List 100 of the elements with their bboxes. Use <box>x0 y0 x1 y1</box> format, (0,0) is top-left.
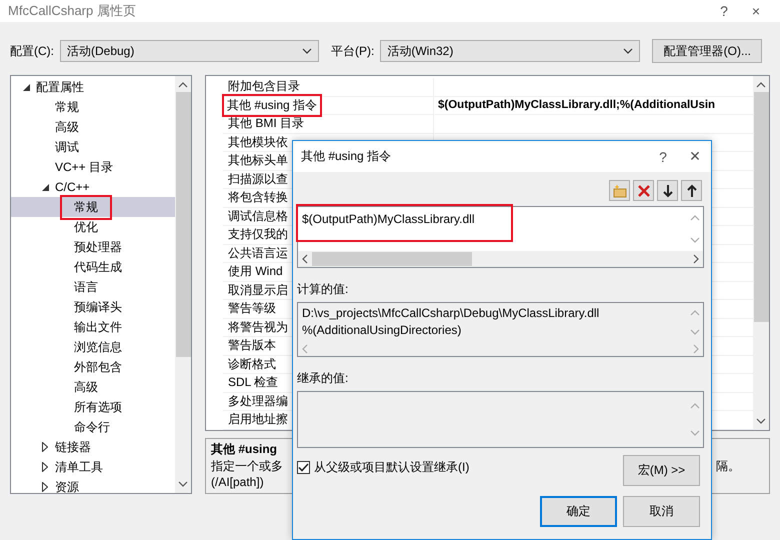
expanded-arrow-icon <box>42 184 49 190</box>
property-name[interactable]: 其他模块依 <box>228 134 288 151</box>
chevron-down-icon <box>302 48 312 54</box>
tree-item[interactable]: 清单工具 <box>11 457 175 477</box>
computed-value-box[interactable]: D:\vs_projects\MfcCallCsharp\Debug\MyClassLibrary.dll %(AdditionalUsingDirectories) <box>297 302 704 357</box>
tree-item[interactable]: 高级 <box>11 117 175 137</box>
property-name[interactable]: 扫描源以查 <box>228 170 288 188</box>
help-button[interactable]: ? <box>647 148 679 164</box>
chevron-down-icon <box>623 48 634 54</box>
scrollbar[interactable] <box>753 76 769 430</box>
property-name[interactable]: 启用地址擦 <box>228 411 288 428</box>
new-folder-icon <box>612 184 626 198</box>
delete-button[interactable] <box>633 180 654 201</box>
close-button[interactable]: × <box>740 3 772 19</box>
dropdown[interactable]: 活动(Debug) <box>60 40 319 62</box>
macro-button[interactable]: 宏(M) >> <box>623 454 700 486</box>
chevron-down-icon <box>690 430 700 436</box>
field-label: 平台(P): <box>331 42 374 60</box>
property-name[interactable]: 使用 Wind <box>228 263 283 280</box>
computed-value-line: D:\vs_projects\MfcCallCsharp\Debug\MyClassLibrary.dll <box>302 305 600 322</box>
property-name[interactable]: 支持仅我的 <box>228 226 288 244</box>
chevron-up-icon <box>178 82 188 88</box>
tree-item[interactable]: VC++ 目录 <box>11 157 175 177</box>
tree-item[interactable]: 外部包含 <box>11 357 175 377</box>
chevron-right-icon <box>693 254 699 264</box>
move-up-icon <box>684 184 698 198</box>
move-up-button[interactable] <box>681 180 702 201</box>
tree-item[interactable]: 语言 <box>11 277 175 297</box>
property-name[interactable]: 诊断格式 <box>228 356 276 373</box>
config-manager-button[interactable]: 配置管理器(O)... <box>652 39 762 63</box>
chevron-right-icon <box>693 344 699 354</box>
computed-value-line: %(AdditionalUsingDirectories) <box>302 322 462 339</box>
tree-item[interactable]: 常规 <box>11 197 175 217</box>
chevron-down-icon <box>690 237 700 243</box>
tree-item[interactable]: C/C++ <box>11 177 175 197</box>
checkbox-label: 从父级或项目默认设置继承(I) <box>314 458 470 476</box>
description-text: 隔。 <box>716 458 740 475</box>
tree-item[interactable]: 预编译头 <box>11 297 175 317</box>
scrollbar-thumb[interactable] <box>754 92 768 322</box>
property-name[interactable]: 其他 BMI 目录 <box>228 115 304 132</box>
tree-item[interactable]: 代码生成 <box>11 257 175 277</box>
scrollbar[interactable] <box>175 76 191 493</box>
field-label: 配置(C): <box>10 42 54 60</box>
tree-item[interactable]: 配置属性 <box>11 77 175 97</box>
move-down-button[interactable] <box>657 180 678 201</box>
tree-item[interactable]: 高级 <box>11 377 175 397</box>
property-value: $(OutputPath)MyClassLibrary.dll;%(AdditionalUsin <box>438 99 716 112</box>
dialog-title: 其他 #using 指令 <box>301 148 392 165</box>
checkbox[interactable] <box>297 460 310 474</box>
property-name[interactable]: 将警告视为 <box>228 318 288 336</box>
property-name[interactable]: 公共语言运 <box>228 244 288 262</box>
new-folder-button[interactable] <box>609 180 630 201</box>
tree-item[interactable]: 资源 <box>11 477 175 497</box>
scrollbar-thumb[interactable] <box>312 252 472 266</box>
scrollbar-thumb[interactable] <box>176 92 190 357</box>
checkmark-icon <box>298 462 309 472</box>
property-name[interactable]: 其他标头单 <box>228 152 288 170</box>
help-button[interactable]: ? <box>708 3 740 19</box>
property-name[interactable]: 其他 #using 指令 <box>224 96 320 115</box>
property-name[interactable]: 取消显示启 <box>228 282 288 299</box>
property-name[interactable]: 附加包含目录 <box>228 78 300 96</box>
chevron-down-icon <box>178 481 188 487</box>
chevron-up-icon <box>690 215 700 221</box>
description-title: 其他 #using <box>211 441 278 458</box>
description-text: 指定一个或多 <box>211 458 283 475</box>
chevron-up-icon <box>756 82 766 88</box>
tree-item[interactable]: 调试 <box>11 137 175 157</box>
chevron-down-icon <box>690 328 700 334</box>
window-title: MfcCallCsharp 属性页 <box>8 2 136 20</box>
property-name[interactable]: 将包含转换 <box>228 189 288 206</box>
tree-item[interactable]: 预处理器 <box>11 237 175 257</box>
expanded-arrow-icon <box>23 84 30 90</box>
move-down-icon <box>660 184 674 198</box>
section-label: 计算的值: <box>297 281 350 298</box>
tree-item[interactable]: 常规 <box>11 97 175 117</box>
chevron-up-icon <box>690 310 700 316</box>
cancel-button[interactable]: 取消 <box>623 496 700 527</box>
delete-icon <box>636 184 650 198</box>
tree-item[interactable]: 优化 <box>11 217 175 237</box>
property-name[interactable]: 警告版本 <box>228 337 276 354</box>
switch-text: (/AI[path]) <box>211 475 264 491</box>
tree-item[interactable]: 链接器 <box>11 437 175 457</box>
chevron-left-icon <box>302 344 308 354</box>
tree-item[interactable]: 输出文件 <box>11 317 175 337</box>
dropdown[interactable]: 活动(Win32) <box>380 40 640 62</box>
tree-item[interactable]: 所有选项 <box>11 397 175 417</box>
chevron-left-icon <box>302 254 308 264</box>
property-name[interactable]: SDL 检查 <box>228 374 278 392</box>
close-button[interactable]: ✕ <box>679 148 711 165</box>
property-name[interactable]: 警告等级 <box>228 300 276 318</box>
property-name[interactable]: 多处理器编 <box>228 392 288 410</box>
tree-item[interactable]: 浏览信息 <box>11 337 175 357</box>
tree-item[interactable]: 命令行 <box>11 417 175 437</box>
section-label: 继承的值: <box>297 370 350 387</box>
property-name[interactable]: 调试信息格 <box>228 208 288 225</box>
inherited-value-box[interactable] <box>297 391 704 448</box>
ok-button[interactable]: 确定 <box>540 496 617 527</box>
chevron-up-icon <box>690 402 700 409</box>
value-list[interactable]: $(OutputPath)MyClassLibrary.dll <box>297 206 704 268</box>
chevron-down-icon <box>756 418 766 424</box>
